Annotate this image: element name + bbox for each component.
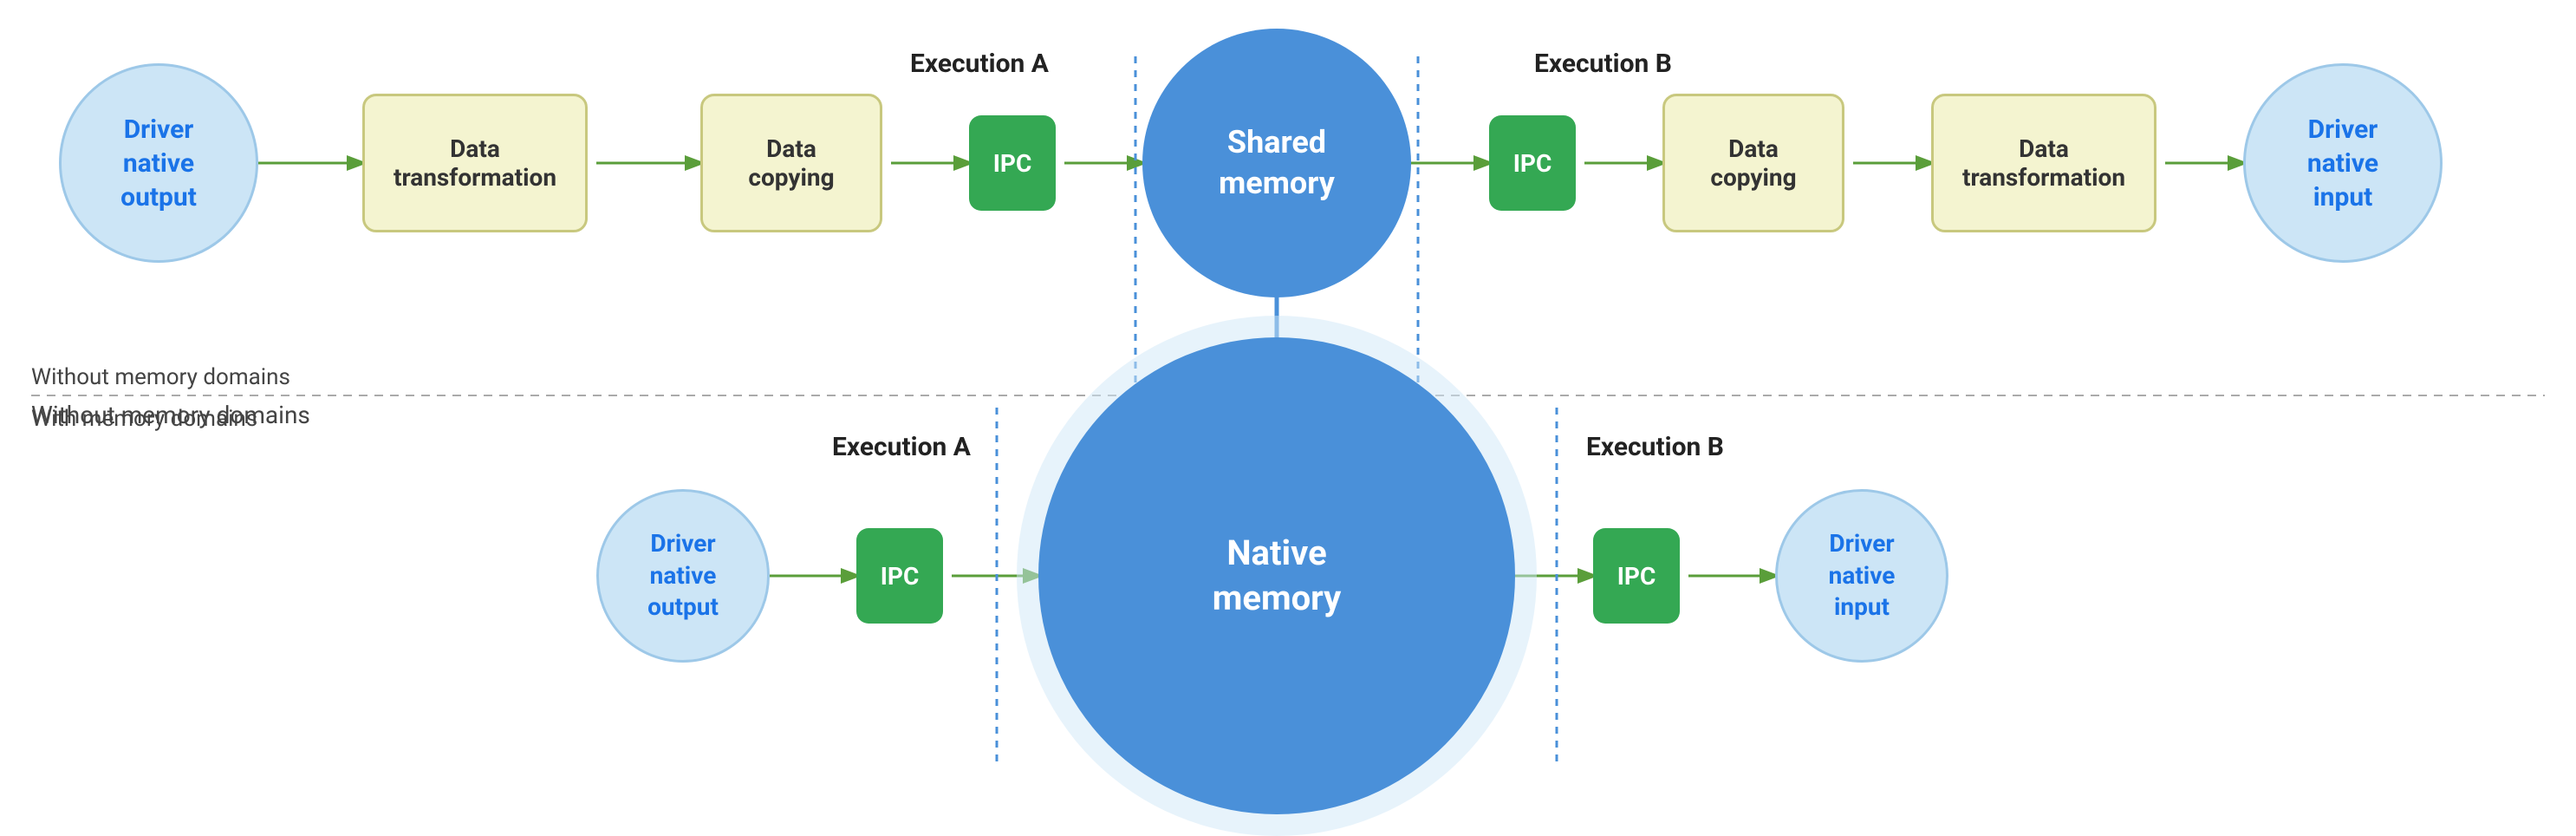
top-shared-memory: Sharedmemory [1142, 29, 1411, 297]
top-data-transformation-2: Datatransformation [1931, 94, 2156, 232]
bottom-ipc-2: IPC [1593, 528, 1680, 624]
bottom-driver-native-input: Drivernativeinput [1775, 489, 1948, 663]
top-ipc-1: IPC [969, 115, 1056, 211]
top-driver-native-output: Drivernativeoutput [59, 63, 258, 263]
top-exec-a-label: Execution A [910, 49, 1049, 79]
diagram-container: Without memory domains Without memory do… [0, 0, 2576, 796]
top-ipc-2: IPC [1489, 115, 1576, 211]
top-data-transformation-1: Datatransformation [362, 94, 588, 232]
bottom-ipc-1: IPC [856, 528, 943, 624]
top-data-copying-2: Datacopying [1662, 94, 1844, 232]
top-driver-native-input: Drivernativeinput [2243, 63, 2443, 263]
bottom-exec-b-label: Execution B [1586, 432, 1724, 462]
bottom-driver-native-output: Drivernativeoutput [596, 489, 770, 663]
top-data-copying-1: Datacopying [700, 94, 882, 232]
bottom-exec-a-label: Execution A [832, 432, 971, 462]
top-section-label: Without memory domains [31, 364, 290, 390]
top-exec-b-label: Execution B [1534, 49, 1672, 79]
bottom-section-label: With memory domains [31, 406, 257, 432]
bottom-native-memory: Nativememory [1038, 337, 1515, 814]
